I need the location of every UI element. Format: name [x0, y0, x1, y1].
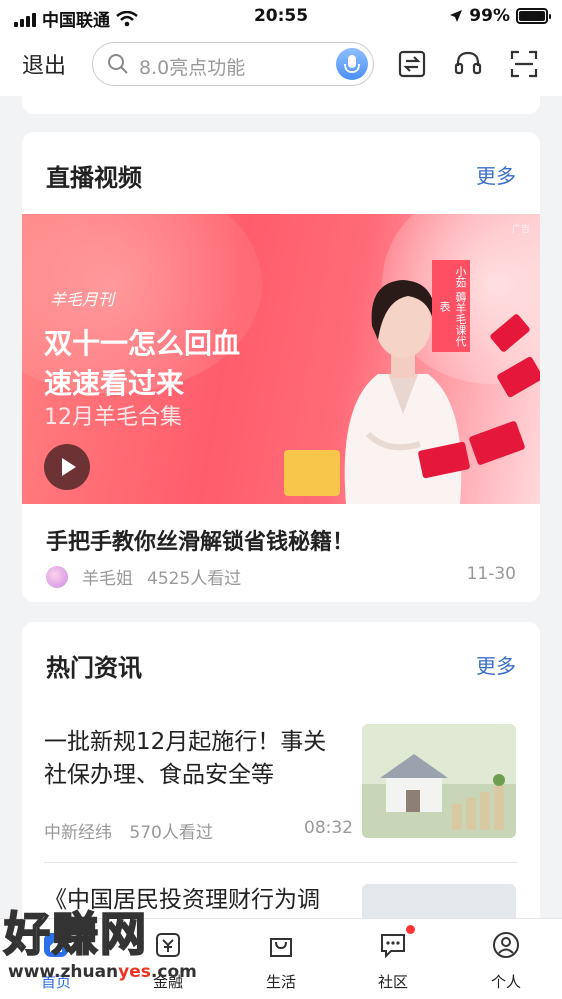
news-thumbnail[interactable]: [362, 724, 516, 838]
watermark-url: www.zhuanyes.com: [8, 962, 197, 982]
live-video-title: 直播视频: [46, 164, 142, 192]
battery-percent: 99%: [469, 6, 510, 26]
voice-search-button[interactable]: [336, 48, 368, 80]
tab-life[interactable]: 生活: [225, 919, 337, 999]
microphone-icon: [344, 55, 360, 73]
video-date: 11-30: [466, 564, 516, 584]
live-video-card: 直播视频 更多 广告 羊毛月刊 双十一怎么回血 速速看过来 12月羊毛合集 小茹 …: [22, 132, 540, 602]
customer-service-icon[interactable]: [452, 48, 484, 80]
hot-news-title: 热门资讯: [46, 654, 142, 682]
presenter-tag: 小茹 薅羊毛课代表: [432, 260, 470, 352]
banner-subtitle: 12月羊毛合集: [44, 405, 182, 430]
ad-tag: 广告: [511, 225, 530, 235]
news-time: 08:32: [304, 818, 353, 838]
news-item-meta: 中新经纬 570人看过: [44, 818, 213, 843]
video-banner[interactable]: 广告 羊毛月刊 双十一怎么回血 速速看过来 12月羊毛合集 小茹 薅羊毛课代表: [22, 214, 540, 504]
search-icon: [108, 54, 128, 74]
tab-community[interactable]: 社区: [337, 919, 449, 999]
scan-icon[interactable]: [508, 48, 540, 80]
previous-card: [22, 92, 540, 114]
person-icon: [493, 932, 519, 958]
divider: [44, 862, 518, 863]
chat-bubble-icon: [381, 934, 405, 959]
transfer-icon[interactable]: [396, 48, 428, 80]
video-title[interactable]: 手把手教你丝滑解锁省钱秘籍！: [46, 524, 354, 556]
top-header: 退出 8.0亮点功能: [0, 32, 562, 96]
watermark-url-highlight: yes: [118, 962, 151, 982]
news-views: 570人看过: [129, 823, 213, 843]
notification-dot: [406, 925, 415, 934]
exit-button[interactable]: 退出: [22, 48, 66, 80]
live-video-more-link[interactable]: 更多: [476, 160, 516, 189]
view-count: 4525人看过: [147, 569, 242, 589]
gift-box-image: [284, 450, 340, 496]
battery-icon: [516, 8, 551, 24]
tab-profile[interactable]: 个人: [450, 919, 562, 999]
tab-label: 社区: [377, 973, 408, 991]
watermark-url-prefix: www.zhuan: [8, 962, 119, 982]
status-bar: 中国联通 20:55 99%: [0, 0, 562, 32]
tab-label: 生活: [265, 973, 296, 991]
tab-label: 个人: [490, 973, 521, 991]
video-meta: 羊毛姐 4525人看过: [46, 564, 241, 589]
finance-icon: [156, 933, 180, 957]
play-button[interactable]: [44, 444, 90, 490]
watermark-logo: 好赚网: [3, 906, 148, 962]
battery-fill: [519, 11, 545, 21]
author-name: 羊毛姐: [82, 569, 133, 589]
news-source: 中新经纬: [44, 823, 112, 843]
search-placeholder: 8.0亮点功能: [139, 57, 246, 79]
news-item-title[interactable]: 一批新规12月起施行！事关社保办理、食品安全等: [44, 726, 344, 792]
hot-news-card: 热门资讯 更多 一批新规12月起施行！事关社保办理、食品安全等 中新经纬 570…: [22, 622, 540, 932]
author-avatar: [46, 565, 68, 588]
banner-headline: 双十一怎么回血 速速看过来: [44, 327, 241, 400]
status-right: 99%: [449, 6, 551, 26]
shopping-bag-icon: [270, 938, 292, 957]
search-input[interactable]: 8.0亮点功能: [92, 42, 374, 86]
location-arrow-icon: [450, 10, 463, 22]
hot-news-more-link[interactable]: 更多: [476, 650, 516, 679]
banner-brand: 羊毛月刊: [50, 290, 115, 309]
watermark-url-suffix: .com: [150, 962, 197, 982]
